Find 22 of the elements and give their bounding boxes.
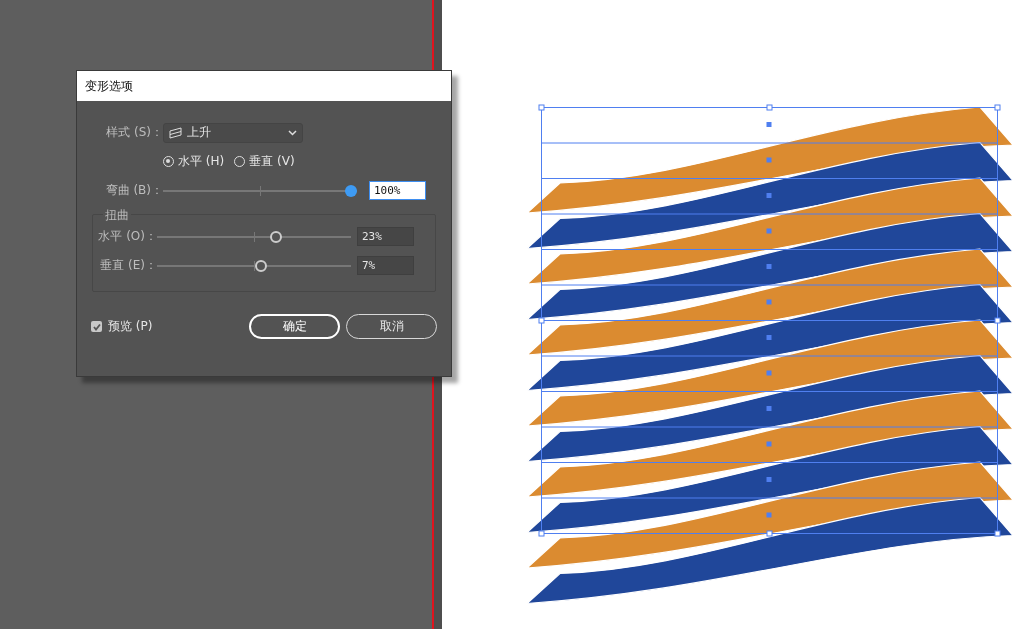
chevron-down-icon <box>288 129 297 136</box>
preview-checkbox[interactable]: 预览 (P) <box>91 318 153 335</box>
selection-box[interactable] <box>538 104 1001 537</box>
bend-input[interactable]: 100% <box>369 181 426 200</box>
style-dropdown[interactable]: 上升 <box>163 122 303 143</box>
distortion-label: 垂直 (E)： <box>99 257 157 274</box>
style-label: 样式 (S)： <box>105 124 163 141</box>
dialog-button[interactable]: 确定 <box>249 314 340 339</box>
orientation-radio[interactable]: 水平 (H) <box>163 153 225 170</box>
bend-label: 弯曲 (B)： <box>104 182 163 199</box>
orientation-radio[interactable]: 垂直 (V) <box>234 153 295 170</box>
distortion-slider[interactable] <box>157 258 351 273</box>
distortion-slider[interactable] <box>157 229 351 244</box>
distortion-input[interactable]: 23% <box>357 227 414 246</box>
rise-shape-icon <box>169 126 183 139</box>
check-icon <box>91 321 102 332</box>
distortion-title: 扭曲 <box>103 207 131 224</box>
distortion-input[interactable]: 7% <box>357 256 414 275</box>
distortion-label: 水平 (O)： <box>97 228 157 245</box>
dialog-title: 变形选项 <box>85 77 133 95</box>
bend-slider[interactable] <box>163 183 357 198</box>
dialog-button[interactable]: 取消 <box>346 314 437 339</box>
